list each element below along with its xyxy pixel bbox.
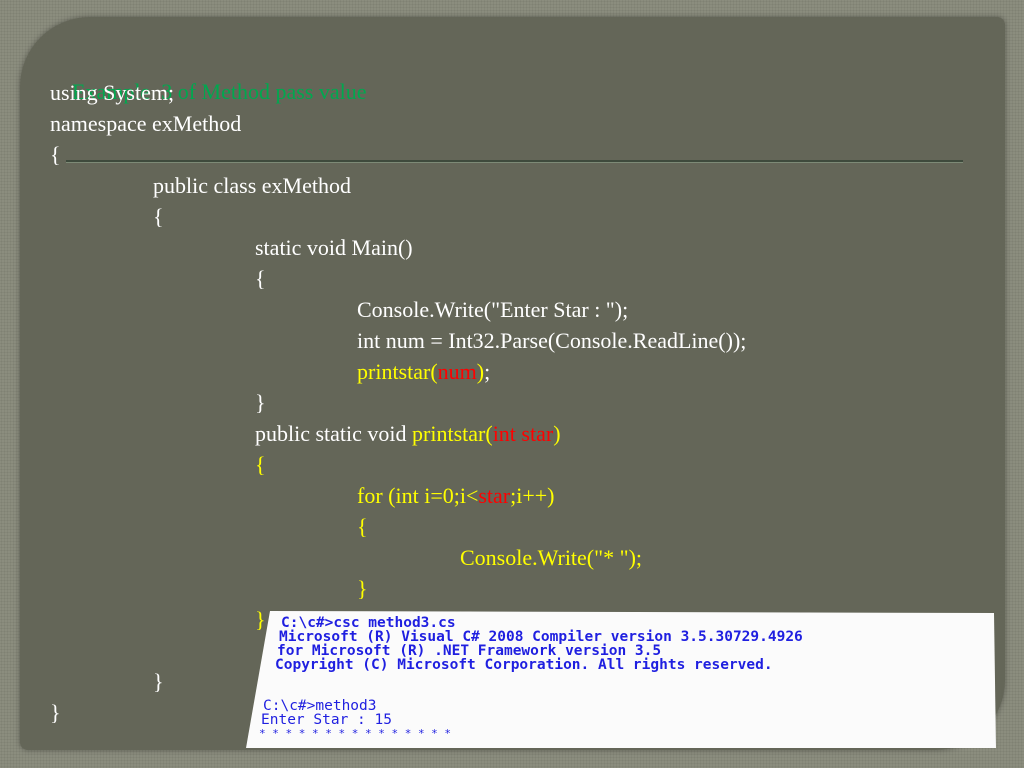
- code-token: ): [476, 359, 485, 384]
- code-line: int num = Int32.Parse(Console.ReadLine()…: [357, 326, 746, 356]
- code-token: public static void: [255, 421, 413, 446]
- code-token: ;: [484, 359, 491, 384]
- code-token: {: [255, 266, 266, 291]
- code-line: namespace exMethod: [50, 109, 241, 139]
- console-line: Enter Star : 15: [261, 712, 392, 728]
- code-token: int star: [492, 421, 554, 446]
- code-token: star: [478, 483, 511, 508]
- code-line: static void Main(): [255, 233, 413, 263]
- code-line: public static void printstar(int star): [255, 419, 561, 449]
- code-token: static void Main(): [255, 235, 413, 260]
- console-line: C:\c#>csc method3.cs: [281, 615, 456, 631]
- code-token: int num = Int32.Parse(Console.ReadLine()…: [357, 328, 747, 353]
- code-token: {: [153, 204, 164, 229]
- code-token: Console.Write("* ");: [460, 545, 643, 570]
- console-line: Microsoft (R) Visual C# 2008 Compiler ve…: [279, 629, 803, 645]
- code-line: }: [255, 605, 266, 635]
- code-token: ): [553, 421, 561, 446]
- console-line: Copyright (C) Microsoft Corporation. All…: [275, 657, 773, 673]
- code-line: }: [357, 574, 368, 604]
- console-line: for Microsoft (R) .NET Framework version…: [277, 643, 662, 659]
- code-line: using System;: [50, 78, 174, 108]
- code-line: }: [50, 698, 61, 728]
- code-line: {: [255, 264, 266, 294]
- code-token: namespace exMethod: [50, 111, 242, 136]
- code-token: {: [255, 452, 266, 477]
- code-line: for (int i=0;i<star;i++): [357, 481, 555, 511]
- code-token: }: [357, 576, 368, 601]
- code-token: using System;: [50, 80, 175, 105]
- console-line: * * * * * * * * * * * * * * *: [259, 727, 452, 740]
- code-line: }: [153, 667, 164, 697]
- code-token: ;i++): [510, 483, 555, 508]
- code-line: {: [357, 512, 368, 542]
- code-line: public class exMethod: [153, 171, 351, 201]
- code-token: {: [50, 142, 61, 167]
- code-line: }: [255, 388, 266, 418]
- code-token: }: [50, 700, 61, 725]
- code-token: {: [357, 514, 368, 539]
- code-token: }: [255, 607, 266, 632]
- code-line: {: [153, 202, 164, 232]
- code-token: }: [153, 669, 164, 694]
- code-token: printstar(: [357, 359, 438, 384]
- title-divider: [66, 160, 963, 163]
- code-line: Console.Write("* ");: [460, 543, 642, 573]
- console-output-screenshot: C:\c#>csc method3.cs Microsoft (R) Visual…: [246, 611, 996, 748]
- code-line: {: [255, 450, 266, 480]
- code-token: for (int i=0;i<: [357, 483, 479, 508]
- code-token: }: [255, 390, 266, 415]
- code-line: {: [50, 140, 61, 170]
- code-token: printstar(: [412, 421, 493, 446]
- code-line: printstar(num);: [357, 357, 490, 387]
- code-line: Console.Write("Enter Star : ");: [357, 295, 628, 325]
- slide-title: Example 3 of Method pass value: [50, 47, 367, 104]
- code-token: public class exMethod: [153, 173, 351, 198]
- console-line: C:\c#>method3: [263, 698, 377, 714]
- code-token: Console.Write("Enter Star : ");: [357, 297, 629, 322]
- code-token: num: [437, 359, 477, 384]
